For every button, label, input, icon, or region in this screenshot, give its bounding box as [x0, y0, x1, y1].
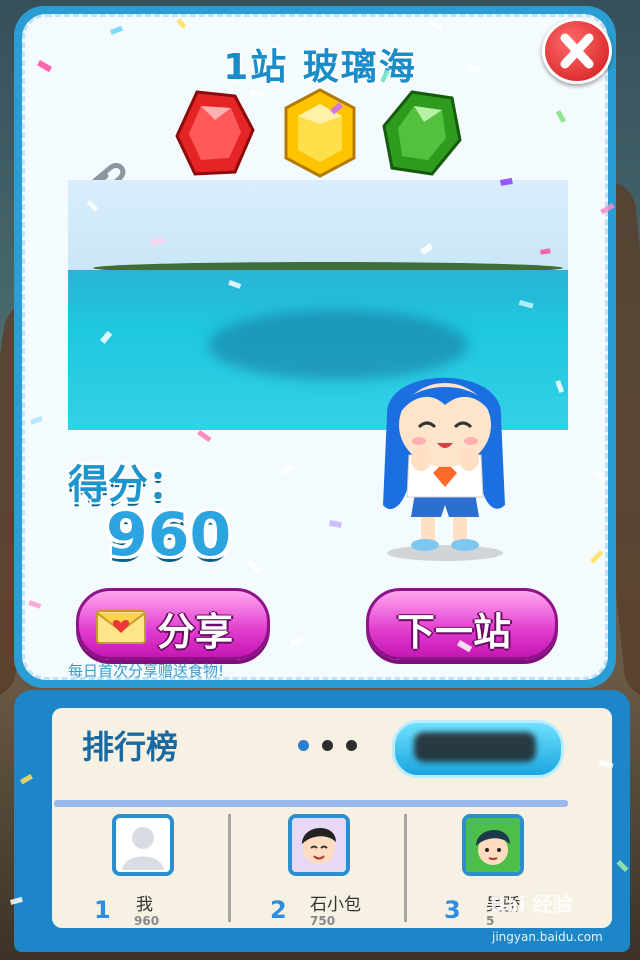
page-dot	[322, 740, 333, 751]
yellow-gem-icon	[284, 88, 356, 178]
score-value: 960	[106, 500, 232, 570]
share-button[interactable]: 分享	[76, 588, 270, 660]
player-avatar[interactable]	[288, 814, 350, 876]
boy-avatar-icon	[292, 818, 346, 872]
close-icon	[560, 33, 594, 69]
player-score: 750	[310, 914, 336, 928]
page-dot	[346, 740, 357, 751]
green-gem-icon	[382, 90, 462, 176]
player-name: 石小包	[310, 895, 361, 915]
column-divider	[228, 814, 231, 922]
photo-sky	[68, 180, 568, 270]
player-score: 960	[134, 914, 160, 928]
boy-avatar-icon	[466, 818, 520, 872]
close-button[interactable]	[542, 18, 612, 84]
player-name: 我	[136, 895, 153, 915]
redacted-scribble	[414, 732, 536, 762]
share-button-label: 分享	[157, 610, 234, 654]
default-avatar-icon	[122, 827, 164, 870]
red-gem-icon	[175, 90, 255, 176]
player-avatar-default[interactable]	[112, 814, 174, 876]
player-rank: 3	[444, 896, 461, 924]
girl-character	[383, 377, 505, 561]
baidu-jingyan-watermark-url: jingyan.baidu.com	[492, 930, 603, 944]
leaderboard-divider	[54, 800, 568, 807]
share-hint-text: 每日首次分享赠送食物!	[68, 662, 225, 680]
leaderboard-title: 排行榜	[82, 728, 179, 766]
baidu-jingyan-watermark-logo: Bai 经验	[490, 892, 573, 916]
player-avatar[interactable]	[462, 814, 524, 876]
envelope-icon	[96, 610, 146, 644]
column-divider	[404, 814, 407, 922]
next-station-label: 下一站	[397, 610, 512, 654]
player-rank: 2	[270, 896, 287, 924]
next-station-button[interactable]: 下一站	[366, 588, 558, 660]
player-rank: 1	[94, 896, 111, 924]
page-dot-active	[298, 740, 309, 751]
